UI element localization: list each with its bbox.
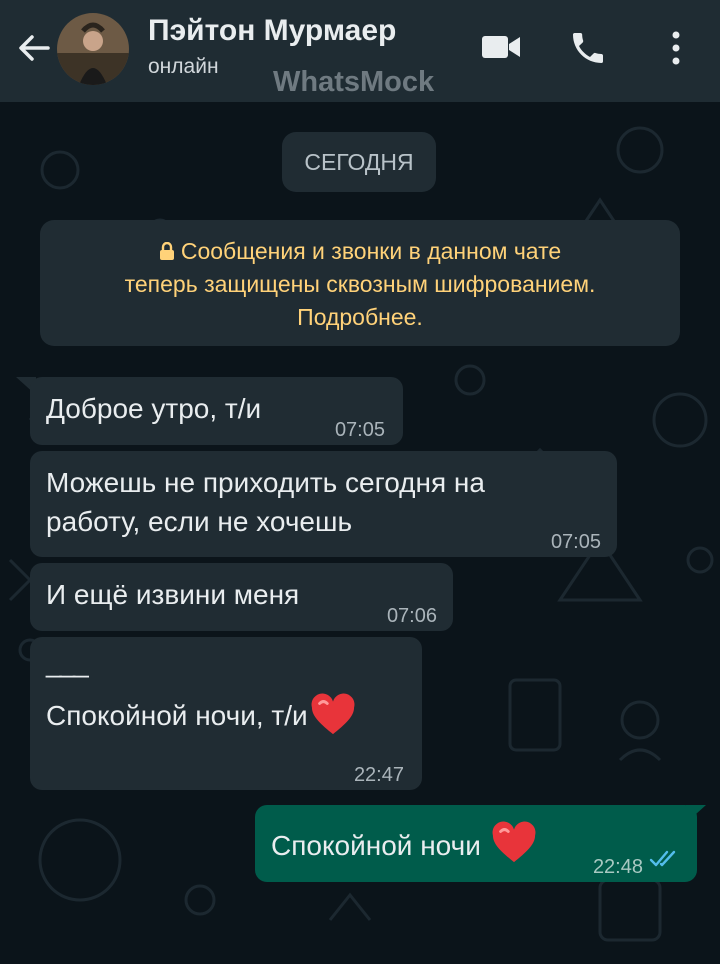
message-incoming[interactable]: ___ Спокойной ночи, т/и 22:47	[30, 637, 422, 790]
video-call-icon[interactable]	[481, 32, 521, 62]
encryption-notice-line1: Сообщения и звонки в данном чате	[40, 235, 680, 268]
message-outgoing[interactable]: Спокойной ночи 22:48	[255, 805, 697, 882]
contact-status: онлайн	[148, 55, 219, 78]
date-divider: СЕГОДНЯ	[282, 132, 436, 192]
message-time: 07:06	[386, 605, 437, 627]
watermark: WhatsMock	[273, 66, 435, 98]
message-incoming[interactable]: Доброе утро, т/и 07:05	[30, 377, 403, 445]
back-arrow-icon[interactable]	[14, 28, 54, 68]
message-incoming[interactable]: Можешь не приходить сегодня на работу, е…	[30, 451, 617, 557]
encryption-notice[interactable]: Сообщения и звонки в данном чате теперь …	[40, 220, 680, 346]
message-text-line1: Можешь не приходить сегодня на	[46, 467, 485, 498]
message-time: 07:05	[334, 419, 385, 441]
read-double-check-icon	[649, 850, 676, 867]
lock-icon	[159, 241, 174, 260]
message-text-line2: Спокойной ночи, т/и	[46, 693, 356, 737]
heart-emoji	[492, 821, 536, 863]
heart-emoji	[311, 693, 355, 735]
message-time: 07:05	[550, 531, 601, 553]
message-text: Доброе утро, т/и	[46, 393, 262, 424]
message-time: 22:47	[353, 764, 404, 786]
more-vert-icon[interactable]	[668, 30, 684, 66]
message-text: Спокойной ночи	[271, 821, 537, 866]
avatar[interactable]	[57, 13, 129, 85]
message-text: И ещё извини меня	[46, 579, 300, 610]
message-incoming[interactable]: И ещё извини меня 07:06	[30, 563, 453, 631]
message-time: 22:48	[592, 856, 643, 878]
chat-header: Пэйтон Мурмаер онлайн WhatsMock	[0, 0, 720, 102]
contact-name[interactable]: Пэйтон Мурмаер	[148, 14, 396, 48]
message-text-line2: работу, если не хочешь	[46, 506, 353, 537]
encryption-notice-line3: Подробнее.	[297, 304, 423, 330]
message-text-line1: ___	[46, 647, 89, 678]
encryption-notice-line2: теперь защищены сквозным шифрованием.	[124, 271, 596, 297]
phone-icon[interactable]	[568, 28, 608, 68]
